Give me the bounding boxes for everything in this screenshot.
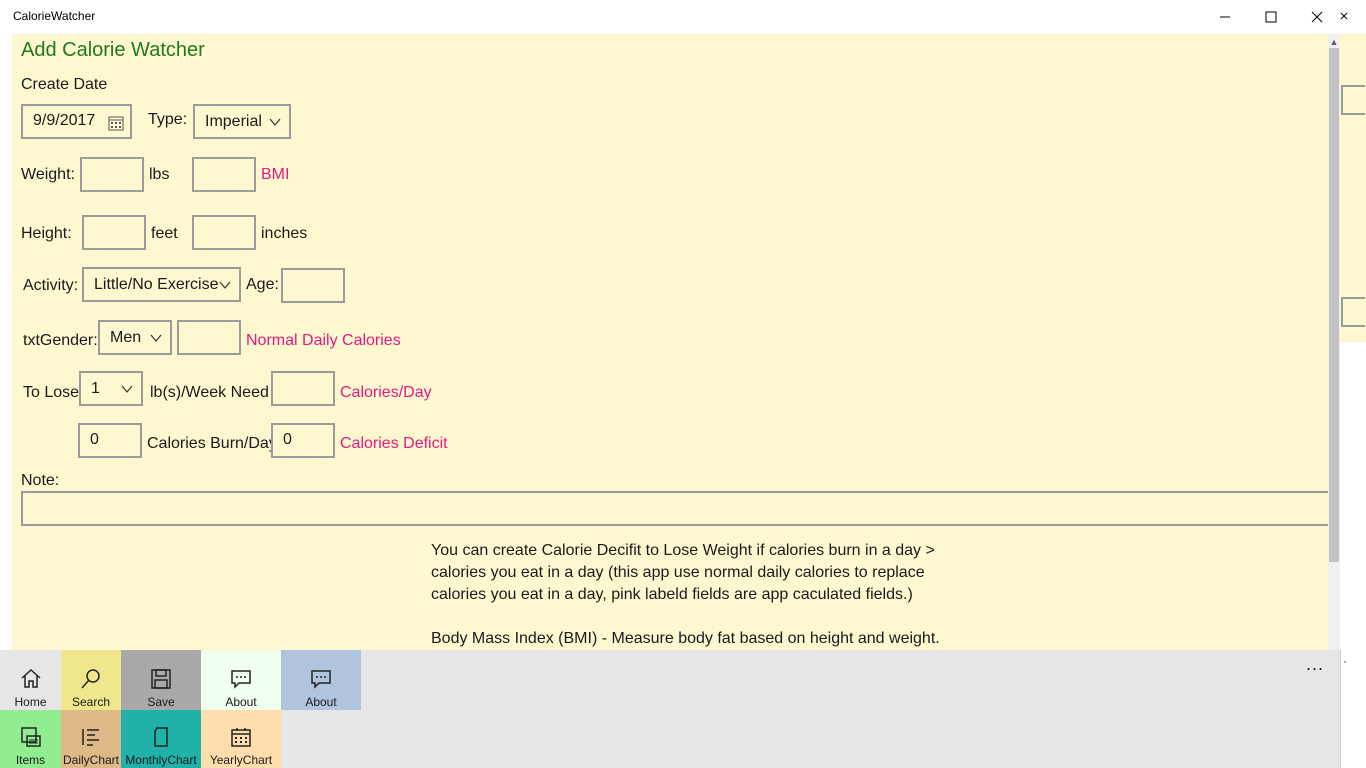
about-label: About: [305, 695, 337, 709]
background-close-icon: [1340, 10, 1350, 24]
note-label: Note:: [21, 472, 60, 489]
background-panel: [1340, 34, 1366, 342]
chevron-down-icon: [150, 334, 162, 342]
create-date-value: 9/9/2017: [33, 112, 96, 129]
calories-burn-value: 0: [90, 431, 99, 448]
close-icon: [1311, 11, 1323, 23]
scroll-up-icon[interactable]: ▲: [1328, 36, 1340, 48]
age-input[interactable]: [281, 268, 345, 303]
minimize-button[interactable]: [1202, 0, 1248, 34]
save-icon: [151, 669, 171, 689]
search-button[interactable]: Search: [61, 650, 121, 710]
gender-value: Men: [110, 328, 142, 346]
home-label: Home: [14, 695, 47, 709]
create-date-label: Create Date: [21, 76, 108, 93]
calories-per-day-input[interactable]: [271, 371, 335, 406]
monthly-chart-button[interactable]: MonthlyChart: [121, 710, 201, 768]
calories-deficit-value: 0: [283, 431, 292, 448]
type-value: Imperial: [205, 112, 262, 130]
info-text: You can create Calorie Decifit to Lose W…: [431, 540, 951, 650]
calories-deficit-input[interactable]: 0: [271, 423, 335, 458]
height-feet-input[interactable]: [82, 215, 146, 250]
feet-label: feet: [151, 225, 178, 242]
background-more-button: ·: [1343, 654, 1347, 668]
background-field: [1341, 297, 1365, 327]
bmi-label: BMI: [261, 166, 290, 183]
info-line: calories you eat in a day (this app use …: [431, 564, 925, 581]
maximize-icon: [1265, 11, 1277, 23]
save-button[interactable]: Save: [121, 650, 201, 710]
close-button[interactable]: [1294, 0, 1340, 34]
create-date-picker[interactable]: 9/9/2017: [21, 104, 132, 139]
about-button[interactable]: About: [201, 650, 281, 710]
monthly-chart-label: MonthlyChart: [125, 753, 197, 767]
note-input[interactable]: [21, 491, 1331, 526]
message-icon: [231, 670, 251, 689]
activity-label: Activity:: [23, 277, 79, 294]
to-lose-value: 1: [91, 379, 100, 397]
message-icon: [311, 670, 331, 689]
info-line: Body Mass Index (BMI) - Measure body fat…: [431, 630, 940, 647]
inches-label: inches: [261, 225, 308, 242]
per-week-need-label: lb(s)/Week Need: [150, 384, 269, 401]
activity-value: Little/No Exercise: [94, 275, 219, 293]
home-button[interactable]: Home: [0, 650, 61, 710]
yearly-chart-button[interactable]: YearlyChart: [201, 710, 281, 768]
search-label: Search: [71, 695, 111, 709]
gender-combobox[interactable]: Men: [98, 320, 172, 355]
height-inches-input[interactable]: [192, 215, 256, 250]
page-title: Add Calorie Watcher: [21, 39, 205, 61]
chevron-down-icon: [269, 118, 281, 126]
info-line: You can create Calorie Decifit to Lose W…: [431, 542, 935, 559]
info-line: calories you eat in a day, pink labeld f…: [431, 586, 913, 603]
items-icon: [20, 727, 41, 747]
search-icon: [81, 669, 100, 689]
chevron-down-icon: [219, 281, 231, 289]
yearly-chart-label: YearlyChart: [209, 753, 273, 767]
activity-combobox[interactable]: Little/No Exercise: [82, 267, 241, 302]
age-label: Age:: [246, 276, 279, 293]
to-lose-label: To Lose: [23, 384, 80, 401]
save-label: Save: [147, 695, 175, 709]
height-label: Height:: [21, 225, 72, 242]
calendar-icon: [231, 728, 251, 747]
window-title: CalorieWatcher: [13, 9, 96, 23]
normal-daily-calories-input[interactable]: [177, 320, 241, 355]
calories-per-day-label: Calories/Day: [340, 384, 432, 401]
weight-label: Weight:: [21, 166, 75, 183]
bmi-input[interactable]: [192, 157, 256, 192]
to-lose-combobox[interactable]: 1: [79, 371, 143, 406]
more-button[interactable]: ...: [1306, 654, 1324, 675]
normal-daily-calories-label: Normal Daily Calories: [246, 332, 401, 349]
gender-label: txtGender:: [23, 332, 98, 349]
page-icon: [154, 727, 168, 747]
background-field: [1341, 85, 1365, 115]
weight-unit-label: lbs: [149, 166, 170, 183]
about-button-2[interactable]: About: [281, 650, 361, 710]
maximize-button[interactable]: [1248, 0, 1294, 34]
type-combobox[interactable]: Imperial: [193, 104, 291, 139]
type-label: Type:: [148, 111, 188, 128]
weight-input[interactable]: [80, 157, 144, 192]
daily-chart-button[interactable]: DailyChart: [61, 710, 121, 768]
calories-burn-label: Calories Burn/Day: [147, 435, 277, 452]
items-label: Items: [15, 753, 46, 767]
list-icon: [82, 729, 99, 746]
items-button[interactable]: Items: [0, 710, 61, 768]
home-icon: [21, 668, 40, 688]
minimize-icon: [1220, 16, 1230, 18]
chevron-down-icon: [121, 385, 133, 393]
about-label: About: [225, 695, 257, 709]
title-bar: [0, 0, 1366, 34]
calendar-icon: [108, 116, 124, 131]
daily-chart-label: DailyChart: [62, 753, 119, 767]
calories-burn-input[interactable]: 0: [78, 423, 142, 458]
calories-deficit-label: Calories Deficit: [340, 435, 448, 452]
scrollbar-thumb[interactable]: [1329, 48, 1339, 562]
